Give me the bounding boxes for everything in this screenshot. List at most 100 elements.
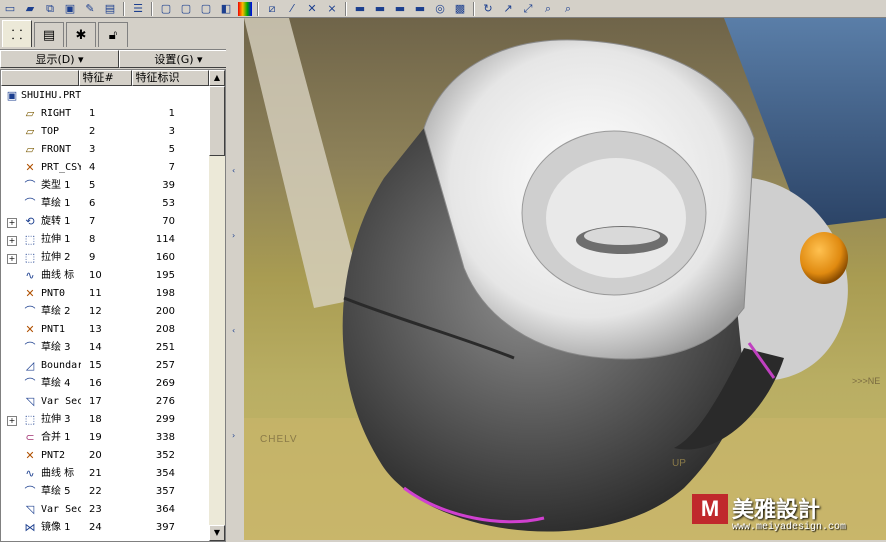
refit-icon[interactable]: ⤢ <box>520 2 536 16</box>
feature-id: 269 <box>155 378 175 389</box>
appearance-icon[interactable]: ▩ <box>452 2 468 16</box>
view-icon1[interactable]: ▬ <box>352 2 368 16</box>
feature-num-header[interactable]: 特征# <box>79 70 133 86</box>
tree-row[interactable]: ∿ 曲线 标 10 195 <box>1 267 209 285</box>
zoom-out-icon[interactable]: ⌕ <box>540 2 556 16</box>
zoom-icon[interactable]: ⌕ <box>560 2 576 16</box>
sketch-icon: ⌒ <box>24 179 36 192</box>
feature-id-header[interactable]: 特征标识 <box>132 70 209 86</box>
tree-scrollbar[interactable]: ▲ ▼ <box>209 70 225 541</box>
save-icon[interactable]: ▣ <box>62 2 78 16</box>
tree-row[interactable]: ⌒ 草绘 1 6 53 <box>1 195 209 213</box>
settings-menu-button[interactable]: 设置(G) ▾ <box>119 50 238 68</box>
datum-planes-icon[interactable]: ⧄ <box>264 2 280 16</box>
model-tree-icon: ⸬ <box>11 28 23 43</box>
tree-row[interactable]: ▱ TOP 2 3 <box>1 123 209 141</box>
feature-id: 7 <box>168 162 175 173</box>
toolbar-separator <box>345 1 347 16</box>
revolve-icon: ⟲ <box>25 215 35 228</box>
chevron-left-icon[interactable]: ‹ <box>232 327 237 335</box>
feature-name: TOP <box>41 126 60 137</box>
tree-row[interactable]: + ⟲ 旋转 1 7 70 <box>1 213 209 231</box>
show-menu-button[interactable]: 显示(D) ▾ <box>0 50 119 68</box>
tree-row[interactable]: ⌒ 草绘 2 12 200 <box>1 303 209 321</box>
tree-row[interactable]: ⌒ 草绘 3 14 251 <box>1 339 209 357</box>
expand-icon[interactable]: + <box>7 236 17 246</box>
sketch-icon: ⌒ <box>24 197 36 210</box>
tree-row[interactable]: ✕ PNT2 20 352 <box>1 447 209 465</box>
window3-icon[interactable]: ▢ <box>198 2 214 16</box>
spin-icon[interactable]: ↻ <box>480 2 496 16</box>
tree-icon[interactable]: ☰ <box>130 2 146 16</box>
chevron-left-icon[interactable]: ‹ <box>232 167 237 175</box>
panel-splitter[interactable]: ‹ › ‹ › <box>226 18 244 540</box>
tree-row[interactable]: + ⬚ 拉伸 2 9 160 <box>1 249 209 267</box>
tree-row[interactable]: ⌒ 类型 1 5 39 <box>1 177 209 195</box>
tree-row[interactable]: ▱ FRONT 3 5 <box>1 141 209 159</box>
name-column-header[interactable] <box>1 70 80 86</box>
view-icon2[interactable]: ▬ <box>372 2 388 16</box>
print-icon[interactable]: ▤ <box>102 2 118 16</box>
tree-row[interactable]: ✕ PNT0 11 198 <box>1 285 209 303</box>
tree-row[interactable]: ⌒ 草绘 5 22 357 <box>1 483 209 501</box>
favorites-tab[interactable]: ✱ <box>66 22 96 47</box>
scroll-down-icon[interactable]: ▼ <box>209 525 225 541</box>
new-file-icon[interactable]: ▭ <box>2 2 18 16</box>
datum-points-icon[interactable]: ✕ <box>304 2 320 16</box>
feature-number: 19 <box>89 432 102 443</box>
window2-icon[interactable]: ▢ <box>178 2 194 16</box>
feature-id: 70 <box>162 216 175 227</box>
open-folder-icon[interactable]: ▰ <box>22 2 38 16</box>
scroll-thumb[interactable] <box>209 86 225 156</box>
layers-tab[interactable]: ▤ <box>34 22 64 47</box>
expand-icon[interactable]: + <box>7 218 17 228</box>
tree-row[interactable]: ✕ PRT_CSYS 4 7 <box>1 159 209 177</box>
part-icon: ▣ <box>6 89 18 102</box>
lid-hole-highlight <box>584 227 660 245</box>
expand-icon[interactable]: + <box>7 254 17 264</box>
color-icon[interactable] <box>238 1 252 16</box>
model-tree-tab[interactable]: ⸬ <box>2 20 32 47</box>
tree-row[interactable]: ◹ Var Sec 23 364 <box>1 501 209 519</box>
tree-row[interactable]: ✕ PNT1 13 208 <box>1 321 209 339</box>
merge-icon[interactable]: ⧉ <box>42 2 58 16</box>
tree-row[interactable]: ◹ Var Sec 17 276 <box>1 393 209 411</box>
datum-csys-icon[interactable]: ⨯ <box>324 2 340 16</box>
view-icon4[interactable]: ▬ <box>412 2 428 16</box>
curve-icon: ∿ <box>25 467 35 480</box>
feature-number: 11 <box>89 288 102 299</box>
datum-plane-icon: ▱ <box>25 125 35 138</box>
var-sec-icon: ◹ <box>25 503 35 516</box>
render-icon[interactable]: ◎ <box>432 2 448 16</box>
tree-row[interactable]: ⌒ 草绘 4 16 269 <box>1 375 209 393</box>
edit-icon[interactable]: ✎ <box>82 2 98 16</box>
toolbar-separator <box>123 1 125 16</box>
tree-row[interactable]: + ⬚ 拉伸 3 18 299 <box>1 411 209 429</box>
expand-icon[interactable]: + <box>7 416 17 426</box>
feature-name: Boundary <box>41 360 81 371</box>
feature-name: FRONT <box>41 144 72 155</box>
zoom-in-icon[interactable]: ↗ <box>500 2 516 16</box>
tree-row[interactable]: ∿ 曲线 标 21 354 <box>1 465 209 483</box>
tree-row[interactable]: ⊂ 合并 1 19 338 <box>1 429 209 447</box>
lock-tab[interactable]: 🔓︎ <box>98 22 128 47</box>
tree-row[interactable]: ⋈ 镜像 1 24 397 <box>1 519 209 537</box>
tree-row[interactable]: + ⬚ 拉伸 1 8 114 <box>1 231 209 249</box>
feature-number: 10 <box>89 270 102 281</box>
tree-row[interactable]: ▱ RIGHT 1 1 <box>1 105 209 123</box>
shading-icon[interactable]: ◧ <box>218 2 234 16</box>
view-icon3[interactable]: ▬ <box>392 2 408 16</box>
feature-id: 251 <box>155 342 175 353</box>
window-icon[interactable]: ▢ <box>158 2 174 16</box>
background-text-chelv: CHELV <box>260 434 298 445</box>
extrude-icon: ⬚ <box>24 413 36 426</box>
graphics-window[interactable]: CHELV UP >>>NE M 美雅設計 www.meiyadesign.co… <box>244 18 886 540</box>
feature-id: 3 <box>168 126 175 137</box>
tree-root-item[interactable]: ▣ SHUIHU.PRT <box>1 87 209 105</box>
chevron-right-icon[interactable]: › <box>232 232 237 240</box>
tree-row[interactable]: ◿ Boundary 15 257 <box>1 357 209 375</box>
datum-axes-icon[interactable]: ⁄ <box>284 2 300 16</box>
feature-name: 草绘 5 <box>41 486 71 497</box>
chevron-right-icon[interactable]: › <box>232 432 237 440</box>
scroll-up-icon[interactable]: ▲ <box>209 70 225 86</box>
